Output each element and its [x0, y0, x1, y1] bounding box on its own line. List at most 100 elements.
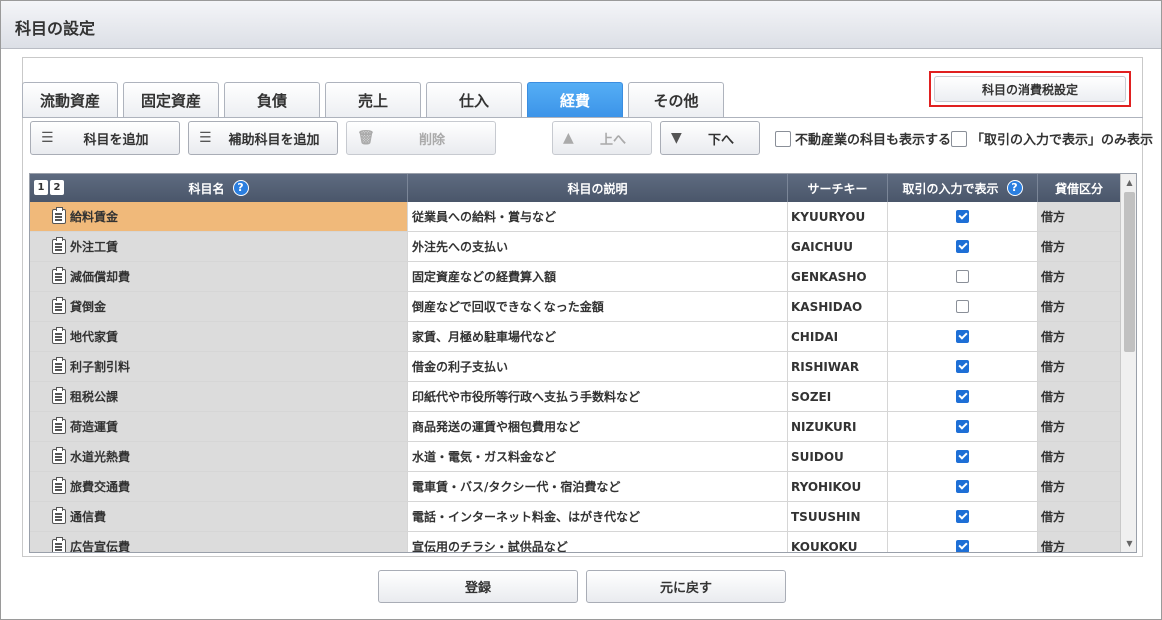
show-in-input-checkbox[interactable] [956, 210, 969, 223]
delete-button[interactable]: 🗑 削除 [346, 121, 496, 155]
account-description-cell[interactable]: 家賃、月極め駐車場代など [408, 322, 788, 351]
tax-settings-button[interactable]: 科目の消費税設定 [934, 76, 1126, 102]
show-in-input-checkbox[interactable] [956, 540, 969, 552]
add-sub-account-button[interactable]: ☰ 補助科目を追加 [188, 121, 338, 155]
account-name-cell[interactable]: 地代家賃 [30, 322, 408, 351]
show-in-input-checkbox[interactable] [956, 360, 969, 373]
account-name-cell[interactable]: 外注工賃 [30, 232, 408, 261]
table-row[interactable]: 通信費 電話・インターネット料金、はがき代など TSUUSHIN 借方 [30, 502, 1120, 532]
table-row[interactable]: 給料賃金 従業員への給料・賞与など KYUURYOU 借方 [30, 202, 1120, 232]
column-header-debit-credit[interactable]: 貸借区分 [1038, 174, 1120, 202]
show-in-input-checkbox[interactable] [956, 300, 969, 313]
account-name: 租税公課 [70, 390, 119, 404]
scroll-down-icon[interactable]: ▼ [1121, 535, 1136, 552]
account-name-cell[interactable]: 水道光熱費 [30, 442, 408, 471]
search-key-cell[interactable]: KASHIDAO [788, 292, 888, 321]
account-description-cell[interactable]: 外注先への支払い [408, 232, 788, 261]
account-description-cell[interactable]: 水道・電気・ガス料金など [408, 442, 788, 471]
table-row[interactable]: 利子割引料 借金の利子支払い RISHIWAR 借方 [30, 352, 1120, 382]
search-key-cell[interactable]: KYUURYOU [788, 202, 888, 231]
account-description-cell[interactable]: 従業員への給料・賞与など [408, 202, 788, 231]
tab-5[interactable]: 経費 [527, 82, 623, 118]
scroll-thumb[interactable] [1124, 192, 1135, 352]
show-in-input-checkbox[interactable] [956, 420, 969, 433]
show-input-only-checkbox[interactable]: 「取引の入力で表示」のみ表示 [951, 129, 1153, 148]
scroll-up-icon[interactable]: ▲ [1121, 174, 1136, 191]
grid-scrollbar[interactable]: ▲ ▼ [1120, 174, 1136, 552]
column-header-name[interactable]: 1 2 科目名 ? [30, 174, 408, 202]
column-header-show-in-input[interactable]: 取引の入力で表示 ? [888, 174, 1038, 202]
search-key-cell[interactable]: CHIDAI [788, 322, 888, 351]
search-key-cell[interactable]: SUIDOU [788, 442, 888, 471]
search-key-cell[interactable]: RYOHIKOU [788, 472, 888, 501]
account-description-cell[interactable]: 宣伝用のチラシ・試供品など [408, 532, 788, 552]
account-name-cell[interactable]: 広告宣伝費 [30, 532, 408, 552]
account-name-cell[interactable]: 通信費 [30, 502, 408, 531]
account-name-cell[interactable]: 減価償却費 [30, 262, 408, 291]
register-button[interactable]: 登録 [378, 570, 578, 603]
help-icon[interactable]: ? [1006, 180, 1023, 196]
show-in-input-checkbox[interactable] [956, 450, 969, 463]
help-icon[interactable]: ? [232, 180, 249, 196]
column-header-search-key[interactable]: サーチキー [788, 174, 888, 202]
search-key-cell[interactable]: GAICHUU [788, 232, 888, 261]
account-description-cell[interactable]: 電話・インターネット料金、はがき代など [408, 502, 788, 531]
search-key-cell[interactable]: SOZEI [788, 382, 888, 411]
table-row[interactable]: 荷造運賃 商品発送の運賃や梱包費用など NIZUKURI 借方 [30, 412, 1120, 442]
show-in-input-checkbox[interactable] [956, 330, 969, 343]
account-description-cell[interactable]: 印紙代や市役所等行政へ支払う手数料など [408, 382, 788, 411]
account-description-cell[interactable]: 借金の利子支払い [408, 352, 788, 381]
account-description-cell[interactable]: 電車賃・バス/タクシー代・宿泊費など [408, 472, 788, 501]
page-button-1[interactable]: 1 [34, 180, 48, 195]
show-in-input-checkbox[interactable] [956, 480, 969, 493]
account-name-cell[interactable]: 旅費交通費 [30, 472, 408, 501]
page-button-2[interactable]: 2 [50, 180, 64, 195]
account-description-cell[interactable]: 固定資産などの経費算入額 [408, 262, 788, 291]
tab-4[interactable]: 仕入 [426, 82, 522, 118]
tab-0[interactable]: 流動資産 [22, 82, 118, 118]
show-real-estate-checkbox[interactable]: 不動産業の科目も表示する [775, 129, 951, 148]
table-row[interactable]: 広告宣伝費 宣伝用のチラシ・試供品など KOUKOKU 借方 [30, 532, 1120, 552]
column-header-description[interactable]: 科目の説明 [408, 174, 788, 202]
checkbox-box[interactable] [951, 130, 967, 147]
search-key-cell[interactable]: TSUUSHIN [788, 502, 888, 531]
debit-credit-cell: 借方 [1038, 232, 1120, 261]
account-name-cell[interactable]: 利子割引料 [30, 352, 408, 381]
account-description-cell[interactable]: 倒産などで回収できなくなった金額 [408, 292, 788, 321]
account-name-cell[interactable]: 租税公課 [30, 382, 408, 411]
account-name-cell[interactable]: 貸倒金 [30, 292, 408, 321]
account-name: 減価償却費 [70, 270, 131, 284]
search-key-cell[interactable]: KOUKOKU [788, 532, 888, 552]
move-up-button[interactable]: ▲ 上へ [552, 121, 652, 155]
search-key-cell[interactable]: NIZUKURI [788, 412, 888, 441]
table-row[interactable]: 外注工賃 外注先への支払い GAICHUU 借方 [30, 232, 1120, 262]
tab-6[interactable]: その他 [628, 82, 724, 118]
show-in-input-checkbox[interactable] [956, 510, 969, 523]
tab-1[interactable]: 固定資産 [123, 82, 219, 118]
table-row[interactable]: 貸倒金 倒産などで回収できなくなった金額 KASHIDAO 借方 [30, 292, 1120, 322]
show-in-input-checkbox[interactable] [956, 240, 969, 253]
account-name: 地代家賃 [70, 330, 119, 344]
table-row[interactable]: 地代家賃 家賃、月極め駐車場代など CHIDAI 借方 [30, 322, 1120, 352]
debit-credit-cell: 借方 [1038, 382, 1120, 411]
table-row[interactable]: 租税公課 印紙代や市役所等行政へ支払う手数料など SOZEI 借方 [30, 382, 1120, 412]
move-down-button[interactable]: ▼ 下へ [660, 121, 760, 155]
table-row[interactable]: 旅費交通費 電車賃・バス/タクシー代・宿泊費など RYOHIKOU 借方 [30, 472, 1120, 502]
account-name-cell[interactable]: 給料賃金 [30, 202, 408, 231]
account-description-cell[interactable]: 商品発送の運賃や梱包費用など [408, 412, 788, 441]
tab-3[interactable]: 売上 [325, 82, 421, 118]
add-account-button[interactable]: ☰ 科目を追加 [30, 121, 180, 155]
show-in-input-cell [888, 532, 1038, 552]
account-name-cell[interactable]: 荷造運賃 [30, 412, 408, 441]
table-row[interactable]: 減価償却費 固定資産などの経費算入額 GENKASHO 借方 [30, 262, 1120, 292]
table-row[interactable]: 水道光熱費 水道・電気・ガス料金など SUIDOU 借方 [30, 442, 1120, 472]
revert-button[interactable]: 元に戻す [586, 570, 786, 603]
search-key-cell[interactable]: RISHIWAR [788, 352, 888, 381]
tab-2[interactable]: 負債 [224, 82, 320, 118]
show-in-input-checkbox[interactable] [956, 390, 969, 403]
show-in-input-cell [888, 292, 1038, 321]
page-switcher: 1 2 [34, 180, 66, 195]
search-key-cell[interactable]: GENKASHO [788, 262, 888, 291]
checkbox-box[interactable] [775, 130, 791, 147]
show-in-input-checkbox[interactable] [956, 270, 969, 283]
